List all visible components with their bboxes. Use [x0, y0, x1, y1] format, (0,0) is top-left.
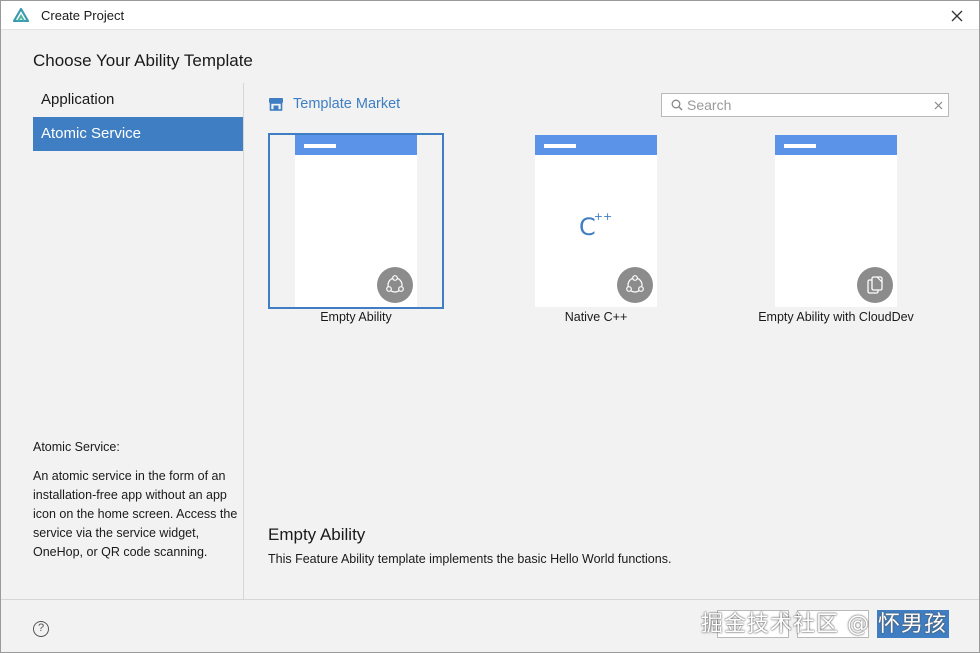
search-box — [661, 93, 949, 117]
atomic-service-icon — [617, 267, 653, 303]
sidebar-item-application[interactable]: Application — [33, 83, 243, 117]
create-project-dialog: Create Project Choose Your Ability Templ… — [0, 0, 980, 653]
template-label: Native C++ — [564, 310, 628, 324]
selected-template-title: Empty Ability — [268, 525, 366, 544]
search-input[interactable] — [687, 97, 928, 113]
search-icon — [671, 99, 683, 111]
atomic-service-icon — [377, 267, 413, 303]
category-description-title: Atomic Service: — [33, 440, 120, 454]
store-icon — [269, 98, 283, 111]
template-preview — [295, 135, 417, 307]
cloud-dev-icon — [857, 267, 893, 303]
help-icon[interactable]: ? — [33, 621, 49, 637]
close-icon — [934, 101, 942, 109]
template-label: Empty Ability — [320, 310, 392, 324]
preview-header — [295, 135, 417, 155]
window-title: Create Project — [41, 8, 125, 23]
cpp-icon: C++ — [579, 210, 613, 241]
title-bar: Create Project — [1, 1, 979, 30]
clear-search-icon[interactable] — [928, 98, 948, 113]
selected-template-description: This Feature Ability template implements… — [268, 552, 672, 566]
template-preview — [775, 135, 897, 307]
category-description: An atomic service in the form of an inst… — [33, 469, 238, 559]
sidebar-item-atomic-service[interactable]: Atomic Service — [33, 117, 243, 151]
template-market-label: Template Market — [293, 96, 401, 112]
preview-header — [535, 135, 657, 155]
close-button[interactable] — [935, 1, 979, 30]
template-market-link[interactable]: Template Market — [268, 96, 400, 112]
sidebar-item-label: Atomic Service — [41, 125, 142, 142]
watermark: 掘金技术社区 @ 怀男孩 — [701, 612, 947, 637]
deveco-logo-icon — [13, 8, 29, 22]
sidebar-item-label: Application — [41, 91, 115, 108]
close-icon — [951, 10, 963, 21]
page-title: Choose Your Ability Template — [33, 51, 253, 70]
preview-header — [775, 135, 897, 155]
template-label: Empty Ability with CloudDev — [758, 310, 914, 324]
category-sidebar: Application Atomic Service — [33, 83, 243, 151]
template-preview: C++ — [535, 135, 657, 307]
vertical-divider — [243, 83, 244, 599]
